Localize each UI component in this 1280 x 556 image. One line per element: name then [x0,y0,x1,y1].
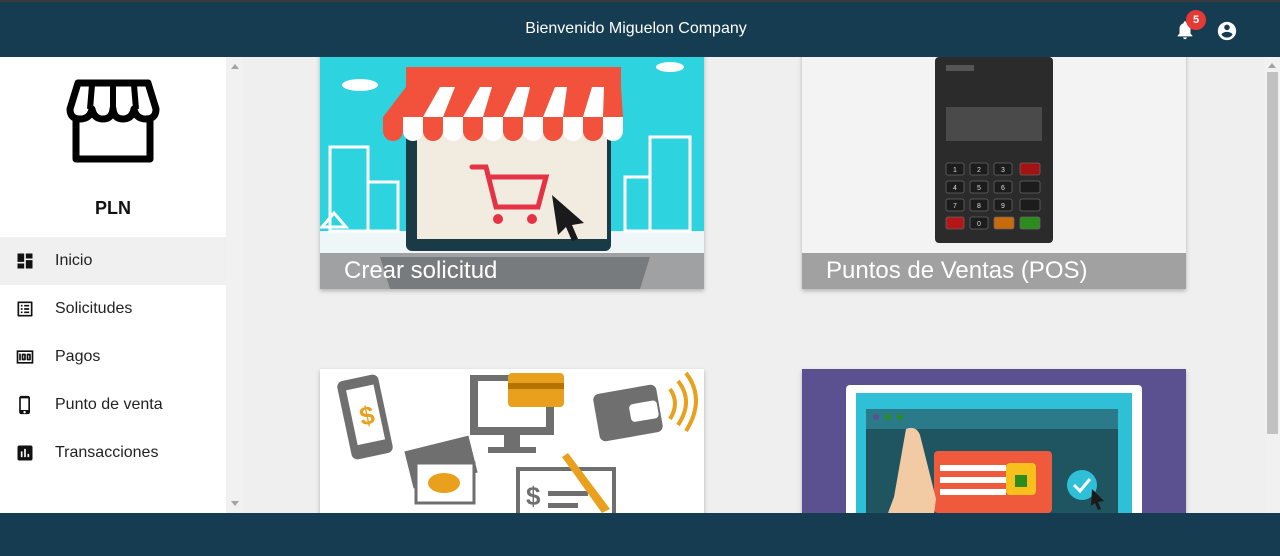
welcome-title: Bienvenido Miguelon Company [525,20,747,37]
svg-text:6: 6 [1001,185,1005,192]
main-content: Crear solicitud 1 2 3 4 5 6 7 8 9 0 Puntos de … [243,57,1265,513]
card-secure-payment[interactable] [802,369,1186,513]
svg-text:4: 4 [953,185,957,192]
card-payments[interactable]: $ $ [320,369,704,513]
svg-text:0: 0 [977,221,981,228]
sidebar: PLN Inicio Solicitudes Pagos Punto de ve… [0,57,226,513]
sidebar-item-label: Transacciones [55,444,159,461]
sidebar-item-pagos[interactable]: Pagos [0,333,226,381]
card-caption: Crear solicitud [320,253,704,289]
notification-badge[interactable]: 5 [1186,10,1206,30]
sidebar-scrollbar[interactable] [226,57,243,513]
brand-name: PLN [95,198,131,218]
sidebar-item-solicitudes[interactable]: Solicitudes [0,285,226,333]
card-puntos-de-ventas[interactable]: 1 2 3 4 5 6 7 8 9 0 Puntos de Ventas (POS) [802,57,1186,289]
scroll-thumb[interactable] [1267,72,1278,434]
payment-methods-illustration: $ $ [320,369,704,513]
sidebar-item-label: Solicitudes [55,300,133,317]
sidebar-item-label: Inicio [55,252,93,269]
sidebar-item-label: Punto de venta [55,396,163,413]
card-crear-solicitud[interactable]: Crear solicitud [320,57,704,289]
list-icon [17,301,33,317]
secure-online-payment-illustration [802,369,1186,513]
svg-text:2: 2 [977,167,981,174]
scroll-up-icon[interactable] [231,64,239,69]
money-icon [16,350,34,364]
svg-text:3: 3 [1001,167,1005,174]
sidebar-item-inicio[interactable]: Inicio [0,237,226,285]
storefront-icon [66,79,160,163]
dashboard-icon [17,253,33,269]
card-caption: Puntos de Ventas (POS) [802,253,1186,289]
svg-text:7: 7 [953,203,957,210]
svg-text:8: 8 [977,203,981,210]
svg-text:5: 5 [977,185,981,192]
svg-text:$: $ [526,481,541,511]
bar-chart-icon [17,445,33,461]
sidebar-item-transacciones[interactable]: Transacciones [0,429,226,477]
bottom-bar [0,513,1280,556]
sidebar-item-label: Pagos [55,348,101,365]
top-bar: Bienvenido Miguelon Company 5 [0,0,1280,57]
sidebar-menu: Inicio Solicitudes Pagos Punto de venta … [0,237,226,477]
scroll-down-icon[interactable] [231,501,239,506]
phone-icon [19,395,30,415]
account-circle-icon[interactable] [1216,20,1238,42]
sidebar-item-punto-de-venta[interactable]: Punto de venta [0,381,226,429]
scroll-up-icon[interactable] [1268,63,1276,68]
svg-text:1: 1 [953,167,957,174]
main-scrollbar[interactable] [1265,57,1280,513]
svg-text:9: 9 [1001,203,1005,210]
